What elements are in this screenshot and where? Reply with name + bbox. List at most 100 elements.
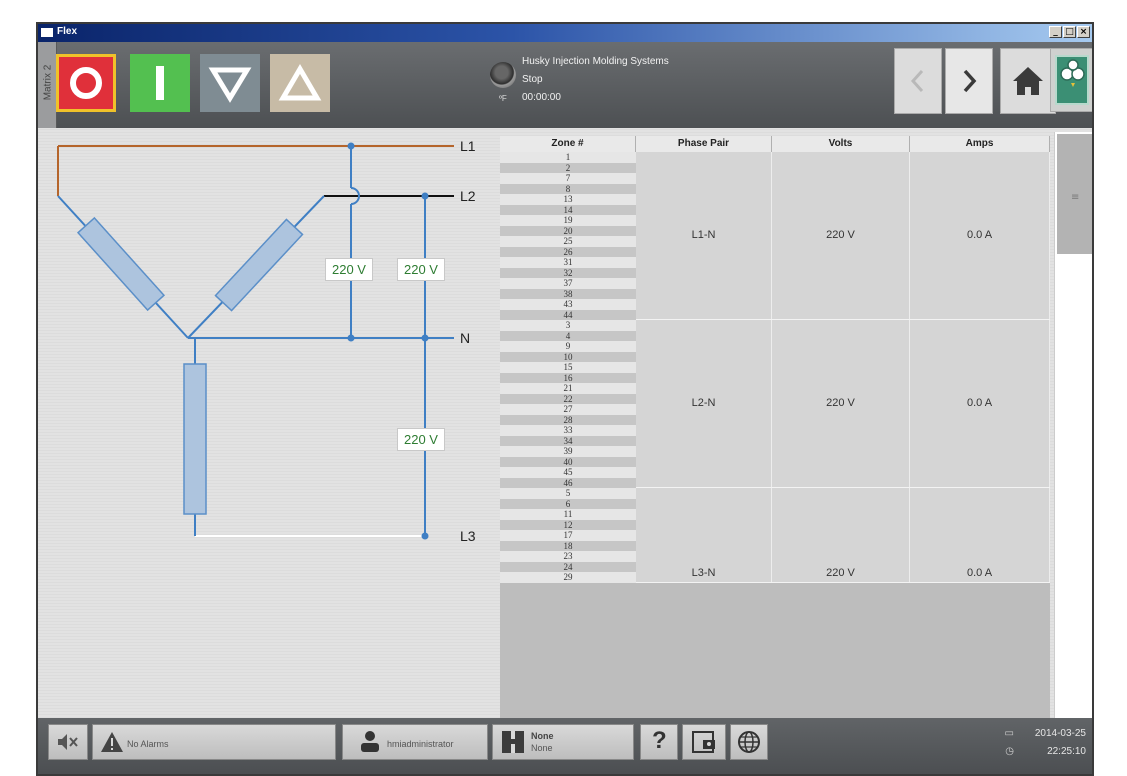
zone-cell: 38 — [500, 288, 636, 299]
column-header-phase-pair[interactable]: Phase Pair — [636, 136, 772, 152]
volts-cell: 220 V — [772, 152, 910, 319]
zone-cell: 13 — [500, 194, 636, 205]
machine-state: Stop — [522, 74, 543, 85]
zone-cell: 11 — [500, 509, 636, 520]
home-button[interactable] — [1000, 48, 1056, 114]
voltage-label-l3-n: 220 V — [397, 428, 445, 451]
back-button[interactable] — [894, 48, 942, 114]
volts-cell-text: 220 V — [826, 566, 855, 579]
phase-group-row: L3-N 220 V 0.0 A — [636, 488, 1050, 583]
zone-cell: 18 — [500, 540, 636, 551]
zone-table: Zone # Phase Pair Volts Amps 1 2 7 8 13 14 19 2… — [500, 136, 1050, 722]
user-icon — [361, 731, 379, 752]
zone-cell: 27 — [500, 404, 636, 415]
mold-subtitle: None — [531, 743, 553, 753]
line-label-n: N — [460, 330, 471, 346]
matrix-tab-label: Matrix 2 — [42, 64, 54, 101]
move-down-button[interactable] — [200, 54, 260, 112]
column-header-volts[interactable]: Volts — [772, 136, 910, 152]
status-bar: No Alarms hmiadministrator None None ? ▭… — [38, 718, 1092, 774]
mold-button[interactable]: None None — [492, 724, 634, 760]
close-button[interactable]: × — [1077, 26, 1090, 38]
user-label: hmiadministrator — [387, 739, 454, 749]
phase-pair-cell: L3-N — [636, 488, 772, 582]
zone-cell: 32 — [500, 267, 636, 278]
zone-cell: 40 — [500, 456, 636, 467]
zone-cell: 10 — [500, 351, 636, 362]
line-label-l2: L2 — [460, 188, 476, 204]
zone-cell: 2 — [500, 162, 636, 173]
company-name: Husky Injection Molding Systems — [522, 56, 669, 67]
volts-cell: 220 V — [772, 320, 910, 487]
phase-pair-cell: L1-N — [636, 152, 772, 319]
phase-group-row: L1-N 220 V 0.0 A — [636, 152, 1050, 320]
amps-cell: 0.0 A — [910, 320, 1050, 487]
mold-icon — [502, 731, 524, 753]
phase-group-row: L2-N 220 V 0.0 A — [636, 320, 1050, 488]
globe-icon — [738, 731, 760, 753]
alarms-button[interactable]: No Alarms — [92, 724, 336, 760]
column-header-amps[interactable]: Amps — [910, 136, 1050, 152]
forward-button[interactable] — [945, 48, 993, 114]
volts-cell: 220 V — [772, 488, 910, 582]
zone-cell: 46 — [500, 477, 636, 488]
gauges-icon — [1055, 55, 1089, 105]
flex-view-button[interactable] — [1050, 48, 1092, 112]
zone-cell: 29 — [500, 572, 636, 583]
screenshot-button[interactable] — [682, 724, 726, 760]
zone-cell: 22 — [500, 393, 636, 404]
start-icon — [156, 66, 164, 100]
language-button[interactable] — [730, 724, 768, 760]
mute-button[interactable] — [48, 724, 88, 760]
maximize-button[interactable]: □ — [1063, 26, 1076, 38]
phase-pair-cell-text: L3-N — [691, 566, 716, 579]
main-toolbar: Matrix 2 ºF Husky Injection Molding Syst… — [38, 42, 1092, 128]
user-button[interactable]: hmiadministrator — [342, 724, 488, 760]
zone-cell: 24 — [500, 561, 636, 572]
heater-coil-l2 — [214, 218, 304, 312]
content-area: L1 L2 N L3 220 V 220 V 220 V Zone # Phas… — [38, 128, 1092, 722]
zone-cell: 15 — [500, 362, 636, 373]
machine-start-button[interactable] — [130, 54, 190, 112]
node-n-right — [421, 334, 429, 342]
alarms-label: No Alarms — [127, 739, 169, 749]
zone-cell: 14 — [500, 204, 636, 215]
amps-cell: 0.0 A — [910, 488, 1050, 582]
heater-coil-l1 — [76, 216, 166, 312]
phase-pair-cell: L2-N — [636, 320, 772, 487]
amps-cell-text: 0.0 A — [966, 229, 993, 241]
column-header-zone[interactable]: Zone # — [500, 136, 636, 152]
zone-cell: 5 — [500, 488, 636, 499]
zone-cell: 16 — [500, 372, 636, 383]
zone-cell: 8 — [500, 183, 636, 194]
vertical-scrollbar[interactable]: ≡ — [1054, 132, 1092, 724]
machine-stop-button[interactable] — [56, 54, 116, 112]
chevron-left-icon — [910, 69, 924, 93]
speaker-mute-icon — [58, 734, 78, 750]
window-title: Flex — [57, 26, 78, 37]
zone-cell: 23 — [500, 551, 636, 562]
zone-number-column: 1 2 7 8 13 14 19 20 25 26 31 32 37 38 43 44 3 4 9 10 15 16 21 2… — [500, 152, 636, 583]
zone-cell: 44 — [500, 309, 636, 320]
scroll-thumb[interactable]: ≡ — [1057, 134, 1092, 254]
temperature-knob-icon — [490, 62, 516, 88]
temperature-unit: ºF — [499, 94, 507, 103]
move-up-button[interactable] — [270, 54, 330, 112]
matrix-tab[interactable]: Matrix 2 — [38, 42, 57, 128]
line-label-l1: L1 — [460, 138, 476, 154]
line-label-l3: L3 — [460, 528, 476, 544]
minimize-button[interactable]: _ — [1049, 26, 1062, 38]
zone-cell: 6 — [500, 498, 636, 509]
zone-cell: 3 — [500, 320, 636, 331]
zone-cell: 4 — [500, 330, 636, 341]
zone-cell: 34 — [500, 435, 636, 446]
title-bar: Flex _ □ × — [38, 24, 1092, 42]
status-date: 2014-03-25 — [1034, 728, 1086, 739]
help-icon: ? — [652, 727, 667, 754]
zone-cell: 45 — [500, 467, 636, 478]
status-time: 22:25:10 — [1047, 746, 1086, 757]
zone-cell: 31 — [500, 257, 636, 268]
node-l2 — [421, 192, 429, 200]
help-button[interactable]: ? — [640, 724, 678, 760]
stop-icon — [70, 67, 102, 99]
